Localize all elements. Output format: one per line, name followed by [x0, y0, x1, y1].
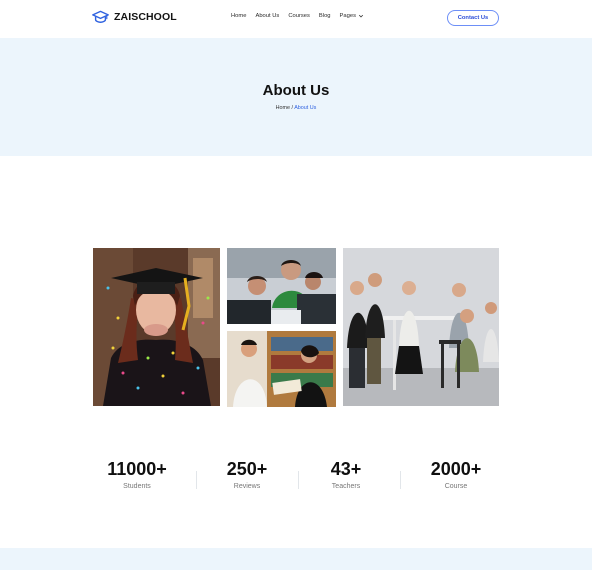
- stat-reviews: 250+ Reviews: [195, 455, 299, 490]
- stat-value: 11000+: [107, 459, 167, 479]
- stat-divider: [400, 471, 401, 489]
- stat-label: Students: [123, 483, 151, 490]
- chevron-down-icon: [358, 14, 364, 18]
- nav-item-pages-label: Pages: [339, 13, 356, 19]
- stat-course: 2000+ Course: [404, 455, 508, 490]
- breadcrumb-current: About Us: [294, 105, 317, 111]
- stat-value: 2000+: [430, 459, 482, 479]
- stat-label: Course: [444, 483, 468, 490]
- nav-item-pages[interactable]: Pages: [340, 13, 364, 19]
- stat-label: Reviews: [233, 483, 261, 490]
- site-header: ZAISCHOOL Home About Us Courses Blog Pag…: [0, 0, 592, 38]
- stat-value: 43+: [330, 459, 362, 479]
- students-reading-photo: [227, 331, 336, 407]
- page-hero: About Us Home / About Us: [0, 38, 592, 156]
- stat-teachers: 43+ Teachers: [294, 455, 398, 490]
- nav-item-home[interactable]: Home: [231, 13, 246, 19]
- breadcrumb: Home / About Us: [0, 105, 592, 111]
- contact-us-button[interactable]: Contact Us: [447, 10, 499, 26]
- graduation-cap-icon: [92, 10, 109, 23]
- students-laptops-photo: [227, 248, 336, 324]
- main-nav: Home About Us Courses Blog Pages: [231, 13, 364, 19]
- next-section-band: [0, 548, 592, 570]
- stat-value: 250+: [226, 459, 268, 479]
- page-title: About Us: [262, 82, 330, 99]
- nav-item-courses[interactable]: Courses: [288, 13, 310, 19]
- stat-label: Teachers: [331, 483, 361, 490]
- nav-item-about-us[interactable]: About Us: [255, 13, 279, 19]
- breadcrumb-home-link[interactable]: Home: [276, 105, 290, 111]
- group-meeting-photo: [343, 248, 499, 406]
- graduate-photo: [93, 248, 220, 406]
- stats-row: 11000+ Students 250+ Reviews 43+ Teacher…: [92, 455, 500, 499]
- logo[interactable]: ZAISCHOOL: [92, 10, 177, 24]
- nav-item-blog[interactable]: Blog: [319, 13, 331, 19]
- stat-students: 11000+ Students: [85, 455, 189, 490]
- brand-name: ZAISCHOOL: [114, 11, 177, 23]
